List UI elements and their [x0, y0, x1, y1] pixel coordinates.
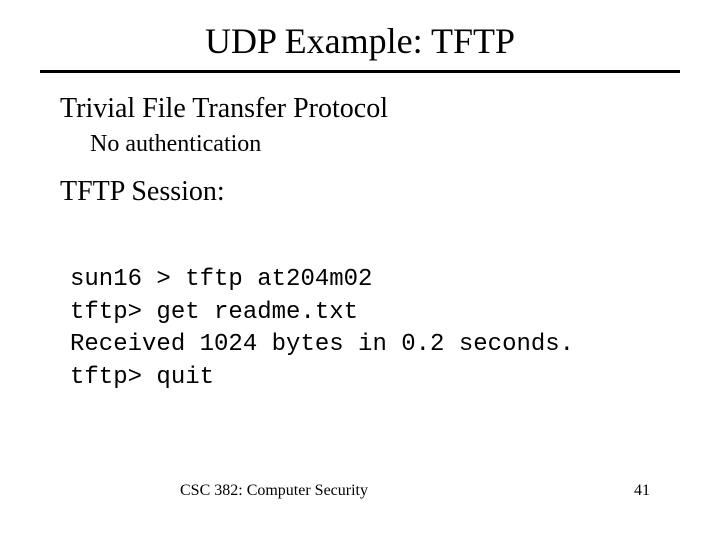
slide-title: UDP Example: TFTP — [60, 20, 660, 62]
session-line: sun16 > tftp at204m02 — [70, 266, 372, 293]
slide: UDP Example: TFTP Trivial File Transfer … — [0, 0, 720, 540]
footer-course: CSC 382: Computer Security — [180, 482, 368, 500]
session-block: sun16 > tftp at204m02 tftp> get readme.t… — [70, 232, 660, 394]
footer: CSC 382: Computer Security 41 — [0, 482, 720, 500]
heading-session: TFTP Session: — [60, 176, 660, 208]
session-line: Received 1024 bytes in 0.2 seconds. — [70, 331, 574, 358]
footer-page-number: 41 — [634, 482, 650, 500]
title-underline — [40, 70, 680, 73]
sub-note: No authentication — [90, 131, 660, 158]
session-line: tftp> quit — [70, 364, 214, 391]
session-line: tftp> get readme.txt — [70, 299, 358, 326]
heading-protocol: Trivial File Transfer Protocol — [60, 93, 660, 125]
